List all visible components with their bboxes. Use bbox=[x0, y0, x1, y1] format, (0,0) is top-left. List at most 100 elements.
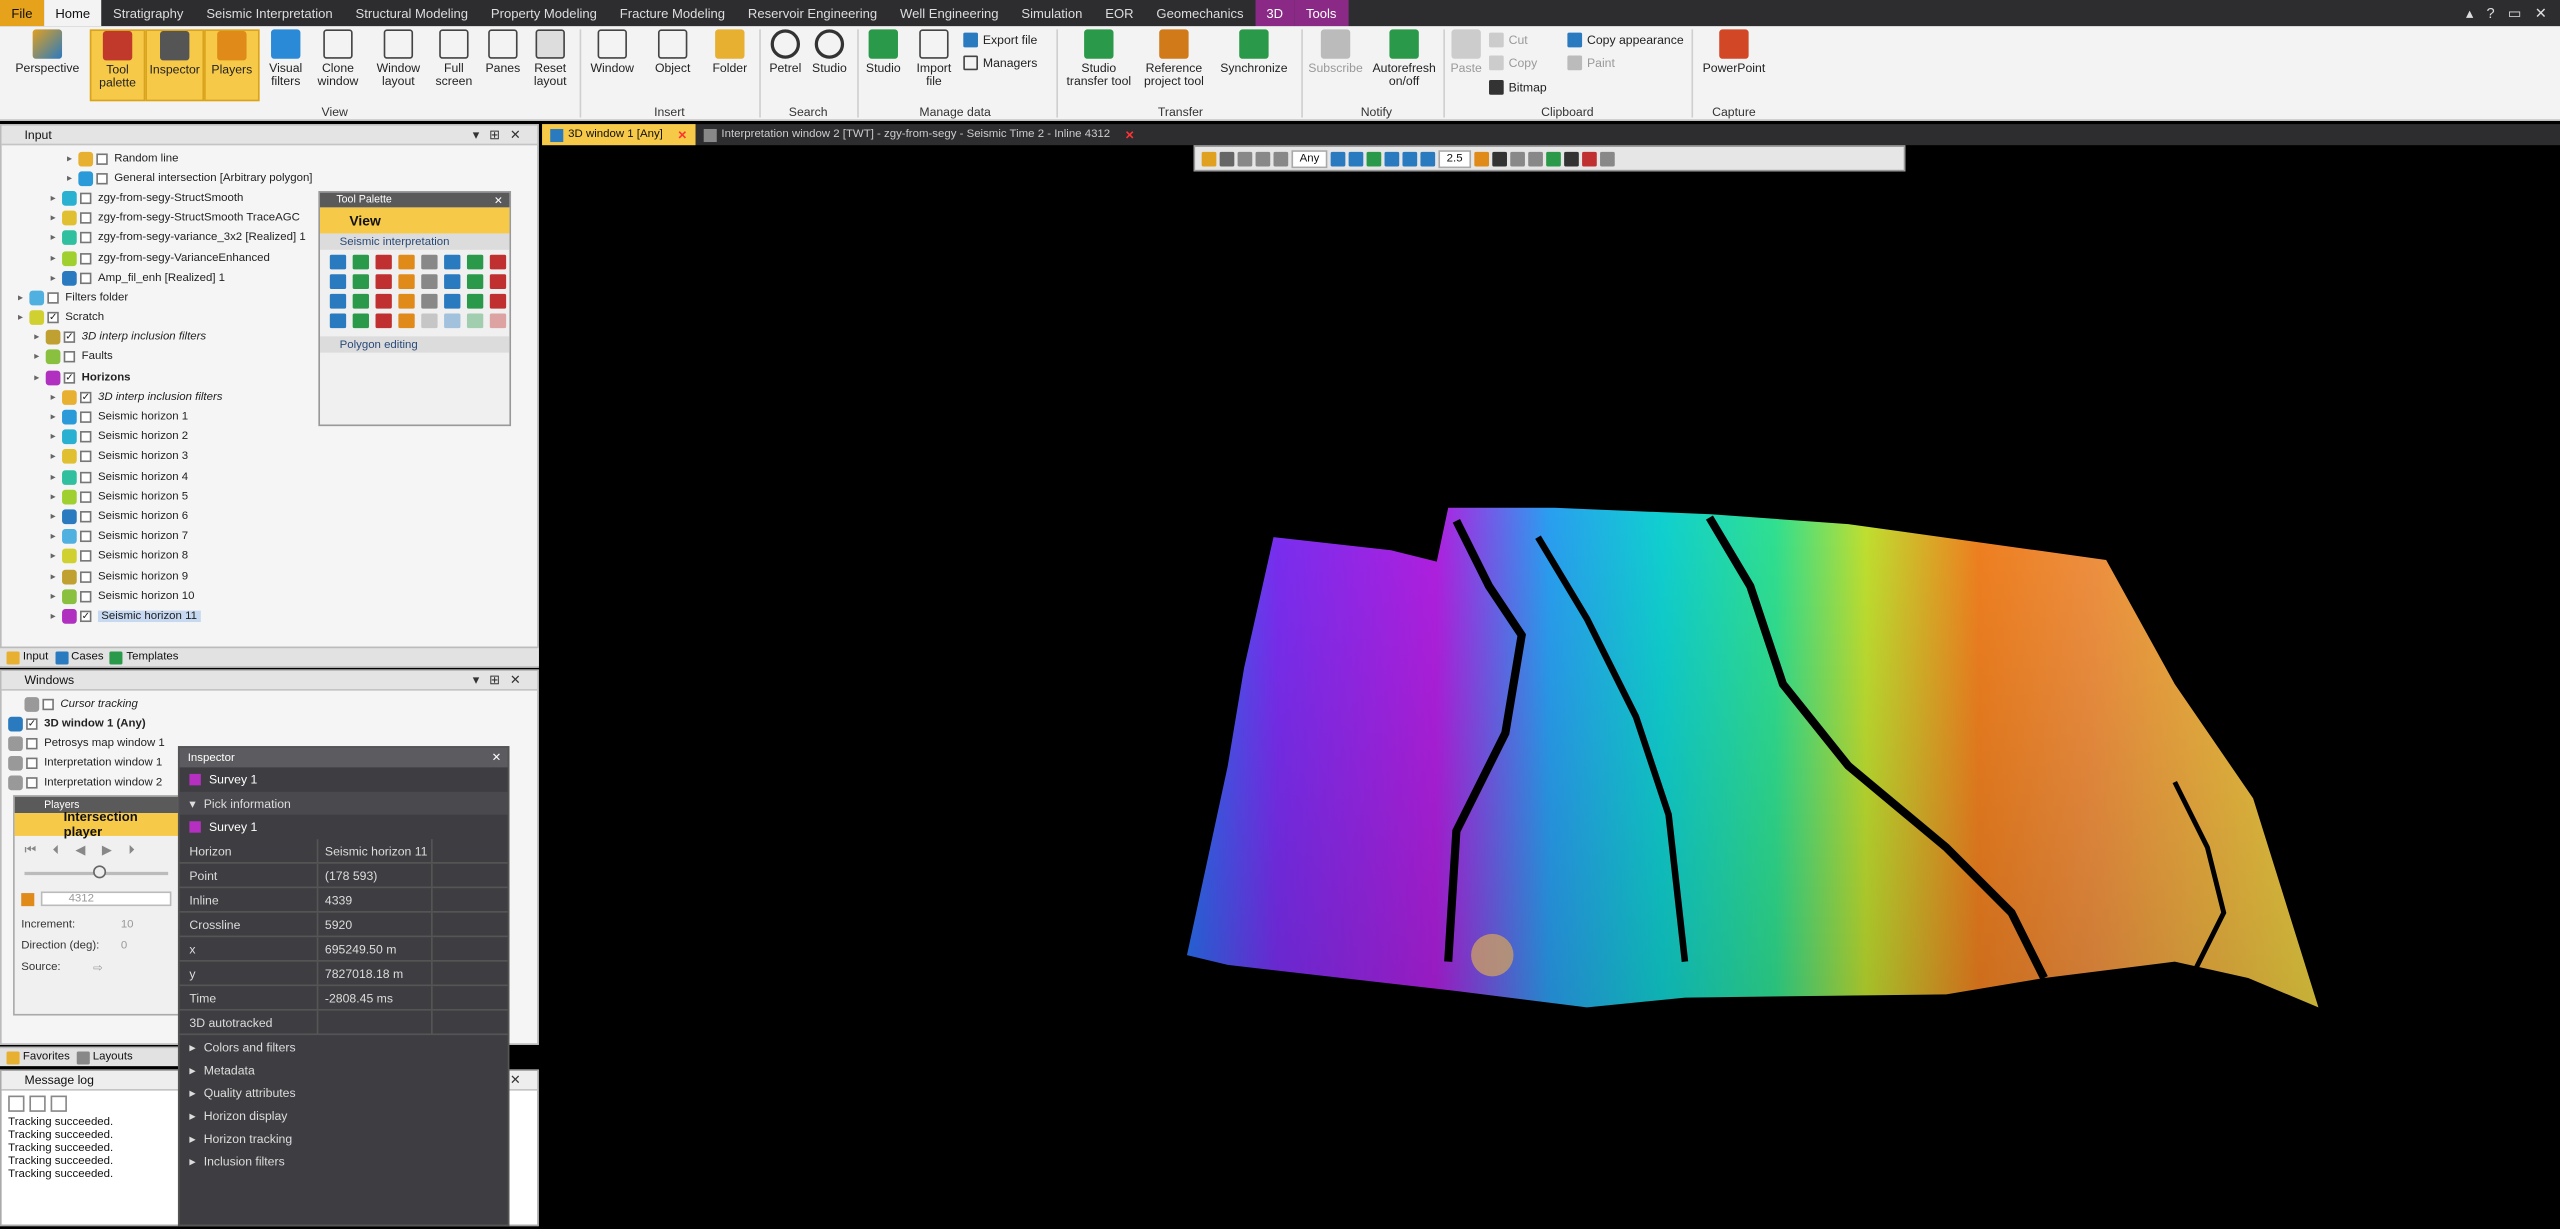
pane-tab-input[interactable]: Input bbox=[6, 650, 48, 664]
tree-item[interactable]: ▸ Seismic horizon 5 bbox=[2, 487, 538, 507]
play-back-icon[interactable]: ◀ bbox=[75, 842, 85, 858]
interpretation-tool-icon[interactable] bbox=[466, 254, 484, 270]
window-item[interactable]: ✓ 3D window 1 (Any) bbox=[8, 714, 537, 734]
select-pick-icon[interactable] bbox=[1201, 151, 1217, 166]
copy-appearance-button[interactable]: Copy appearance bbox=[1567, 32, 1684, 48]
tool-palette-view[interactable]: View bbox=[320, 207, 510, 234]
inspector-button[interactable]: Inspector bbox=[145, 29, 205, 102]
powerpoint-button[interactable]: PowerPoint bbox=[1698, 29, 1770, 75]
interpretation-tool-icon[interactable] bbox=[398, 274, 415, 289]
pin-icon[interactable] bbox=[1599, 151, 1615, 166]
expand-icon[interactable]: ▸ bbox=[51, 411, 62, 423]
auto-legend-icon[interactable] bbox=[1581, 151, 1597, 166]
expand-icon[interactable]: ▸ bbox=[51, 213, 62, 224]
menu-tab-simulation[interactable]: Simulation bbox=[1010, 0, 1094, 26]
expand-icon[interactable]: ▸ bbox=[51, 591, 62, 602]
menu-tab-seismic-interpretation[interactable]: Seismic Interpretation bbox=[195, 0, 344, 26]
expand-icon[interactable]: ▸ bbox=[51, 451, 62, 463]
inspector-section[interactable]: ▸ Inclusion filters bbox=[180, 1149, 508, 1172]
expand-icon[interactable]: ▸ bbox=[51, 252, 62, 264]
intersection-player-header[interactable]: Intersection player bbox=[14, 810, 178, 839]
expand-icon[interactable]: ▸ bbox=[51, 491, 62, 503]
interpretation-tool-icon[interactable] bbox=[375, 274, 392, 289]
tree-item[interactable]: ▸ Seismic horizon 7 bbox=[2, 527, 538, 547]
visibility-checkbox[interactable] bbox=[47, 292, 59, 304]
visibility-checkbox[interactable] bbox=[80, 570, 92, 583]
menu-tab-eor[interactable]: EOR bbox=[1094, 0, 1145, 26]
interpretation-tool-icon[interactable] bbox=[375, 254, 392, 270]
interpretation-tool-icon[interactable] bbox=[329, 293, 347, 309]
pane-controls[interactable]: ▾⊞✕ bbox=[473, 673, 531, 688]
ortho-icon[interactable] bbox=[1420, 151, 1436, 166]
close-icon[interactable]: ✕ bbox=[510, 1073, 531, 1088]
legend-icon[interactable] bbox=[1545, 151, 1561, 166]
window-item[interactable]: Cursor tracking bbox=[8, 694, 537, 714]
close-icon[interactable]: ✕ bbox=[492, 751, 502, 764]
object-button[interactable]: Object bbox=[645, 29, 701, 75]
z-scale-input[interactable]: 2.5 bbox=[1438, 149, 1471, 168]
interpretation-tool-icon[interactable] bbox=[421, 254, 438, 270]
interpretation-tool-icon[interactable] bbox=[421, 313, 438, 329]
camera-view-icon[interactable] bbox=[1384, 151, 1400, 166]
source-arrow-icon[interactable]: ⇨ bbox=[93, 962, 103, 974]
close-tab-icon[interactable]: ✕ bbox=[1125, 128, 1135, 141]
panes-button[interactable]: Panes bbox=[480, 29, 526, 75]
interpretation-tool-icon[interactable] bbox=[466, 293, 484, 309]
window-checkbox[interactable] bbox=[26, 737, 38, 750]
seismic-interpretation-section[interactable]: Seismic interpretation bbox=[320, 233, 510, 250]
increment-input[interactable]: 10 bbox=[121, 919, 134, 930]
visibility-checkbox[interactable] bbox=[96, 152, 108, 165]
player-value-input[interactable]: 4312 bbox=[40, 891, 172, 907]
tool-palette-button[interactable]: Tool palette bbox=[89, 29, 146, 102]
visibility-checkbox[interactable]: ✓ bbox=[47, 311, 59, 324]
direction-input[interactable]: 0 bbox=[121, 940, 127, 951]
expand-icon[interactable]: ▸ bbox=[34, 332, 45, 344]
interpretation-tool-icon[interactable] bbox=[352, 274, 369, 289]
visibility-checkbox[interactable] bbox=[80, 590, 92, 603]
visibility-checkbox[interactable] bbox=[80, 491, 92, 503]
help-icon[interactable]: ? bbox=[2486, 5, 2494, 21]
perspective-button[interactable]: Perspective bbox=[13, 29, 82, 75]
pan-icon[interactable] bbox=[1255, 151, 1271, 166]
copy-log-icon[interactable] bbox=[29, 1095, 46, 1112]
expand-icon[interactable]: ▸ bbox=[51, 571, 62, 582]
tree-item[interactable]: ▸ Seismic horizon 10 bbox=[2, 586, 538, 606]
first-frame-icon[interactable]: ⏮ bbox=[24, 842, 36, 858]
tree-item[interactable]: ▸ Seismic horizon 9 bbox=[2, 566, 538, 586]
expand-icon[interactable]: ▸ bbox=[51, 193, 62, 204]
play-icon[interactable]: ▶ bbox=[102, 842, 112, 858]
visibility-checkbox[interactable] bbox=[80, 530, 92, 543]
full-screen-button[interactable]: Full screen bbox=[431, 29, 477, 88]
background-icon[interactable] bbox=[1563, 151, 1579, 166]
expand-icon[interactable]: ▸ bbox=[67, 153, 78, 164]
visibility-checkbox[interactable] bbox=[80, 252, 92, 264]
visibility-checkbox[interactable] bbox=[80, 272, 92, 284]
autorefresh-button[interactable]: Autorefresh on/off bbox=[1368, 29, 1440, 88]
visibility-checkbox[interactable] bbox=[80, 550, 92, 563]
restore-icon[interactable]: ▭ bbox=[2508, 4, 2522, 22]
studio-search-button[interactable]: Studio bbox=[807, 29, 853, 75]
pointer-icon[interactable] bbox=[1219, 151, 1235, 166]
expand-icon[interactable]: ▸ bbox=[51, 531, 62, 543]
capture-icon[interactable] bbox=[1491, 151, 1507, 166]
menu-tab-file[interactable]: File bbox=[0, 0, 44, 27]
import-file-button[interactable]: Import file bbox=[909, 29, 958, 88]
interpretation-tool-icon[interactable] bbox=[421, 274, 438, 289]
visibility-checkbox[interactable]: ✓ bbox=[80, 391, 92, 404]
viewport-tab[interactable]: 3D window 1 [Any] ✕ bbox=[542, 124, 696, 146]
inspector-section[interactable]: ▸ Metadata bbox=[180, 1058, 508, 1081]
orient-icon[interactable] bbox=[1402, 151, 1418, 166]
expand-icon[interactable]: ▸ bbox=[51, 551, 62, 562]
interpretation-tool-icon[interactable] bbox=[329, 254, 347, 270]
interpretation-tool-icon[interactable] bbox=[398, 254, 415, 270]
expand-icon[interactable]: ▸ bbox=[51, 471, 62, 483]
interpretation-tool-icon[interactable] bbox=[444, 274, 461, 289]
polygon-editing-section[interactable]: Polygon editing bbox=[320, 336, 510, 353]
slider-handle[interactable] bbox=[93, 865, 107, 879]
paste-button[interactable]: Paste bbox=[1447, 29, 1486, 75]
domain-select[interactable]: Any bbox=[1291, 149, 1328, 168]
export-file-button[interactable]: Export file bbox=[963, 32, 1037, 48]
menu-tab-fracture-modeling[interactable]: Fracture Modeling bbox=[608, 0, 736, 26]
expand-icon[interactable]: ▸ bbox=[51, 232, 62, 244]
interpretation-tool-icon[interactable] bbox=[466, 313, 484, 329]
